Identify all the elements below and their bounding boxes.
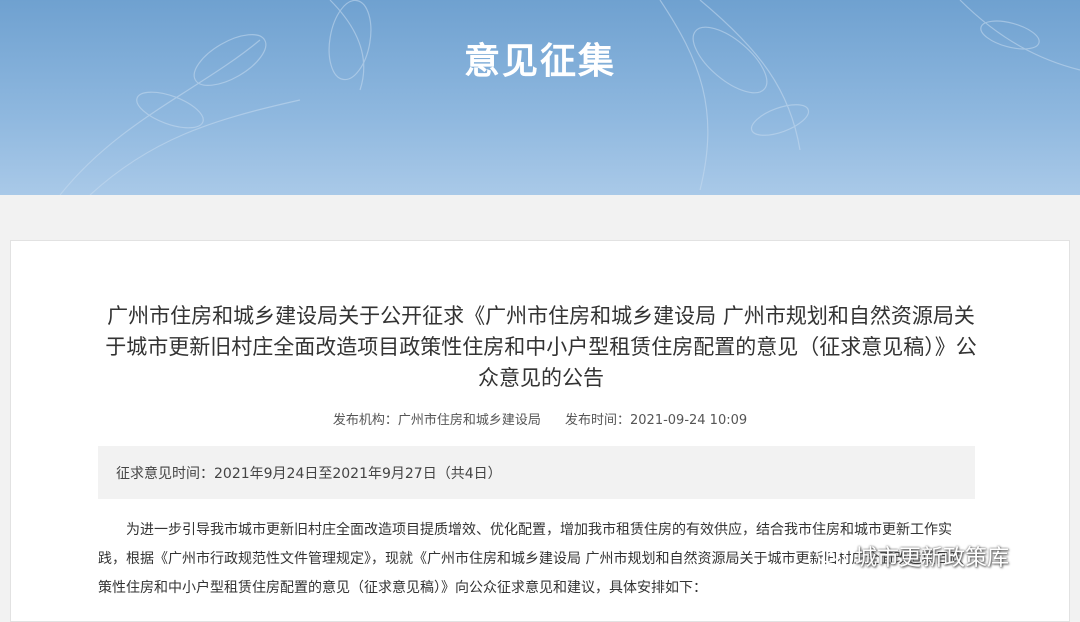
- page-banner: 意见征集: [0, 0, 1080, 195]
- article-title: 广州市住房和城乡建设局关于公开征求《广州市住房和城乡建设局 广州市规划和自然资源…: [105, 304, 977, 390]
- publish-time-label: 发布时间：2021-09-24 10:09: [565, 413, 748, 428]
- banner-floral-decoration: [59, 0, 1080, 195]
- publisher-label: 发布机构：广州市住房和城乡建设局: [332, 413, 541, 428]
- article-meta: 发布机构：广州市住房和城乡建设局 发布时间：2021-09-24 10:09: [11, 409, 1069, 428]
- wechat-icon: [816, 543, 848, 568]
- watermark-text: 城市更新政策库: [855, 546, 1010, 571]
- banner-title: 意见征集: [463, 41, 616, 82]
- watermark: 城市更新政策库: [815, 538, 1009, 574]
- comment-period-text: 征求意见时间：2021年9月24日至2021年9月27日（共4日）: [116, 466, 502, 482]
- comment-period-box: 征求意见时间：2021年9月24日至2021年9月27日（共4日）: [98, 446, 975, 499]
